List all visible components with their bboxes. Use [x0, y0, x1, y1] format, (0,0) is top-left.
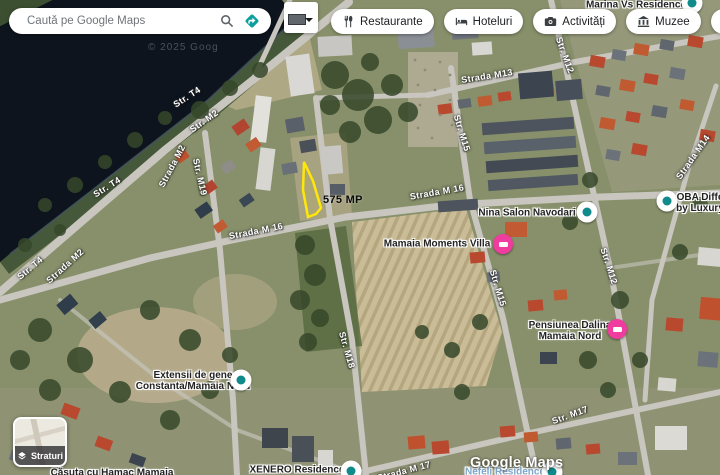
caret-down-icon — [305, 18, 313, 22]
chip-label: Restaurante — [360, 16, 423, 28]
chip-label: Muzee — [655, 16, 690, 28]
chip-restaurants[interactable]: Restaurante — [331, 9, 434, 34]
place-poi-icon-nina-salon-navodari[interactable] — [577, 202, 598, 223]
chip-hotels[interactable]: Hoteluri — [444, 9, 524, 34]
google-maps-app: © 2025 Goog Str. T4Str. M2Strada M2Str. … — [0, 0, 720, 475]
place-label-mamaia-moments-villa[interactable]: Mamaia Moments Villa — [384, 239, 491, 250]
layers-icon — [17, 451, 27, 461]
chip-transit[interactable]: Transport public — [711, 9, 720, 34]
place-label-nina-salon-navodari[interactable]: Nina Salon Navodari — [478, 208, 575, 219]
parcel-area-label: 575 MP — [323, 194, 363, 206]
chip-label: Hoteluri — [473, 16, 513, 28]
minimized-panel[interactable] — [284, 2, 318, 33]
museum-icon — [637, 15, 650, 28]
layers-label: Straturi — [31, 451, 63, 461]
chip-museums[interactable]: Muzee — [626, 9, 701, 34]
place-pin-icon-pensiunea-dalina-mamaia-nord[interactable] — [607, 319, 627, 339]
search-input[interactable] — [25, 14, 211, 28]
search-bar — [9, 8, 271, 34]
layers-button[interactable]: Straturi — [13, 417, 67, 467]
place-label-casuta-cu-hamac-mamaia[interactable]: Căsuța cu Hamac Mamaia — [51, 468, 174, 475]
search-button[interactable] — [220, 14, 234, 28]
thumbnail-rect — [288, 14, 306, 25]
imagery-watermark: © 2025 Goog — [148, 42, 219, 53]
satellite-terrain — [0, 0, 720, 475]
map-canvas[interactable]: © 2025 Goog Str. T4Str. M2Strada M2Str. … — [0, 0, 720, 475]
place-pin-icon-mamaia-moments-villa[interactable] — [493, 234, 513, 254]
chip-activities[interactable]: Activități — [533, 9, 616, 34]
restaurant-icon — [342, 15, 355, 28]
google-maps-logo: Google Maps — [470, 455, 563, 471]
place-label-pensiunea-dalina-mamaia-nord[interactable]: Pensiunea DalinaMamaia Nord — [529, 320, 612, 342]
search-icon — [220, 14, 234, 28]
directions-icon — [243, 12, 261, 30]
place-label-oba-by-luxury[interactable]: OBA Diffeby Luxury — [676, 192, 720, 214]
directions-button[interactable] — [243, 12, 261, 30]
chip-label: Activități — [562, 16, 605, 28]
place-poi-icon-extensii-de-gene[interactable] — [231, 370, 252, 391]
place-poi-icon-oba-by-luxury[interactable] — [657, 191, 678, 212]
category-chips: Restaurante Hoteluri Activități Muzee Transp… — [331, 9, 720, 34]
place-label-xenero-residence[interactable]: XENERO Residence — [249, 465, 344, 475]
hotel-icon — [455, 15, 468, 28]
place-poi-icon-xenero-residence[interactable] — [341, 461, 362, 475]
camera-icon — [544, 15, 557, 28]
